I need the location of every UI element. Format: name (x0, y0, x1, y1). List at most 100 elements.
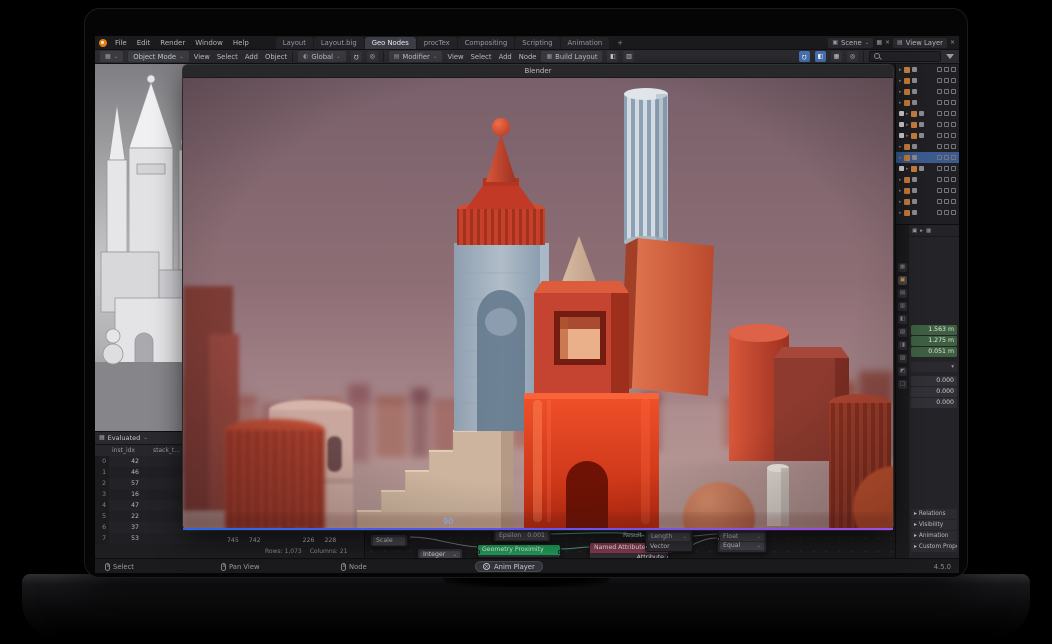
search-input[interactable] (884, 53, 936, 61)
node-scale[interactable]: Scale (370, 534, 408, 547)
hide-viewport-toggle-icon[interactable] (937, 199, 942, 204)
viewport-menu-item[interactable]: Add (245, 53, 258, 61)
outliner-row[interactable]: ▸ (896, 130, 959, 141)
disable-viewport-toggle-icon[interactable] (944, 78, 949, 83)
workspace-tab[interactable]: Layout.big (314, 37, 364, 49)
workspace-tab[interactable]: procTex (417, 37, 457, 49)
disclosure-icon[interactable]: ▸ (899, 89, 902, 95)
disable-render-toggle-icon[interactable] (951, 144, 956, 149)
properties-tab-icon[interactable]: ◧ (898, 315, 907, 324)
disclosure-icon[interactable]: ▸ (899, 100, 902, 106)
modifier-dropdown[interactable]: ▤ Modifier ⌄ (389, 51, 443, 62)
menu-item[interactable]: File (110, 39, 132, 47)
cancel-job-icon[interactable]: × (483, 563, 490, 570)
outliner-row[interactable]: ▸ (896, 75, 959, 86)
node-option-toggle-2[interactable]: ▥ (623, 51, 634, 62)
disable-viewport-toggle-icon[interactable] (944, 122, 949, 127)
disable-render-toggle-icon[interactable] (951, 111, 956, 116)
disable-viewport-toggle-icon[interactable] (944, 155, 949, 160)
disable-viewport-toggle-icon[interactable] (944, 67, 949, 72)
hide-viewport-toggle-icon[interactable] (937, 155, 942, 160)
outliner-row[interactable]: ▸ (896, 196, 959, 207)
outliner-row[interactable]: ▸ (896, 185, 959, 196)
properties-tab-icon[interactable]: ▨ (898, 354, 907, 363)
node-compare[interactable]: Float ⌄ Equal ⌄ (717, 530, 767, 553)
properties-section[interactable]: ▸ Custom Properties (911, 542, 957, 552)
hide-viewport-toggle-icon[interactable] (937, 177, 942, 182)
hide-viewport-toggle-icon[interactable] (937, 67, 942, 72)
filter-funnel-icon[interactable] (946, 54, 954, 59)
menu-item[interactable]: Edit (132, 39, 156, 47)
node-menu-item[interactable]: Add (499, 53, 512, 61)
properties-tab-icon[interactable]: ▥ (898, 302, 907, 311)
disclosure-icon[interactable]: ▸ (899, 144, 902, 150)
disclosure-icon[interactable]: ▸ (899, 166, 909, 172)
outliner-row[interactable]: ▸ (896, 108, 959, 119)
mode-selector[interactable]: Object Mode ⌄ (128, 51, 188, 62)
disable-viewport-toggle-icon[interactable] (944, 111, 949, 116)
new-scene-icon[interactable]: ▦ (876, 38, 882, 48)
disclosure-icon[interactable]: ▸ (899, 177, 902, 183)
disable-render-toggle-icon[interactable] (951, 100, 956, 105)
outliner-row[interactable]: ▸ (896, 163, 959, 174)
hide-viewport-toggle-icon[interactable] (937, 122, 942, 127)
viewport-menu-item[interactable]: Select (217, 53, 238, 61)
dimension-field[interactable]: 1.563 m (911, 325, 957, 335)
disable-render-toggle-icon[interactable] (951, 155, 956, 160)
outliner-row[interactable]: ▸ (896, 152, 959, 163)
snap-magnet-toggle[interactable]: Ω (351, 51, 362, 62)
properties-section[interactable]: ▸ Animation (911, 531, 957, 541)
workspace-tab[interactable]: Scripting (515, 37, 559, 49)
hide-viewport-toggle-icon[interactable] (937, 188, 942, 193)
properties-tab-icon[interactable]: ◩ (898, 367, 907, 376)
hide-viewport-toggle-icon[interactable] (937, 78, 942, 83)
overlays-toggle-active[interactable]: ◧ (815, 51, 826, 62)
rotation-mode-dropdown[interactable]: ▾ (911, 362, 957, 372)
disable-viewport-toggle-icon[interactable] (944, 188, 949, 193)
properties-tab-icon[interactable]: ▤ (898, 289, 907, 298)
viewport-menu-item[interactable]: View (194, 53, 210, 61)
window-title[interactable]: Blender (183, 65, 893, 78)
workspace-tab[interactable]: Compositing (458, 37, 515, 49)
outliner-row[interactable]: ▸ (896, 141, 959, 152)
transform-orientation-selector[interactable]: ◐ Global ⌄ (298, 51, 346, 62)
disable-render-toggle-icon[interactable] (951, 166, 956, 171)
menu-item[interactable]: Render (155, 39, 190, 47)
value-field[interactable]: 0.000 (911, 376, 957, 386)
scene-selector[interactable]: ▣ Scene ⌄ (828, 38, 873, 48)
value-field[interactable]: 0.000 (911, 387, 957, 397)
disable-viewport-toggle-icon[interactable] (944, 133, 949, 138)
proportional-editing-toggle[interactable]: ◎ (367, 51, 378, 62)
hide-viewport-toggle-icon[interactable] (937, 133, 942, 138)
menu-item[interactable]: Window (190, 39, 228, 47)
build-layout-button[interactable]: ▦ Build Layout (541, 51, 602, 62)
workspace-tab[interactable]: Animation (561, 37, 610, 49)
node-geometry-proximity[interactable]: Geometry Proximity (477, 544, 561, 558)
anim-player-job[interactable]: × Anim Player (475, 561, 543, 572)
disable-render-toggle-icon[interactable] (951, 122, 956, 127)
properties-panel[interactable]: ▦▣▤▥◧▧◨▨◩□ ▣ ▸ ▦ 1.563 m1.275 m0.051 m ▾ (895, 224, 959, 558)
disclosure-icon[interactable]: ▸ (899, 188, 902, 194)
disable-render-toggle-icon[interactable] (951, 199, 956, 204)
outliner-panel[interactable]: ▸ ▸ (895, 64, 959, 224)
disclosure-icon[interactable]: ▸ (899, 199, 902, 205)
workspace-tab[interactable]: Layout (276, 37, 313, 49)
disable-viewport-toggle-icon[interactable] (944, 210, 949, 215)
node-menu-item[interactable]: View (447, 53, 463, 61)
outliner-search[interactable] (869, 51, 941, 62)
properties-section[interactable]: ▸ Relations (911, 509, 957, 519)
render-preview-window[interactable]: Blender (183, 65, 893, 530)
disclosure-icon[interactable]: ▸ (899, 155, 902, 161)
disable-viewport-toggle-icon[interactable] (944, 177, 949, 182)
disable-viewport-toggle-icon[interactable] (944, 100, 949, 105)
hide-viewport-toggle-icon[interactable] (937, 100, 942, 105)
hide-viewport-toggle-icon[interactable] (937, 144, 942, 149)
outliner-row[interactable]: ▸ (896, 207, 959, 218)
snapping-toggle-active[interactable]: Ω (799, 51, 810, 62)
node-menu-item[interactable]: Select (471, 53, 492, 61)
disclosure-icon[interactable]: ▸ (899, 133, 909, 139)
outliner-row[interactable]: ▸ (896, 174, 959, 185)
disable-render-toggle-icon[interactable] (951, 133, 956, 138)
disable-viewport-toggle-icon[interactable] (944, 199, 949, 204)
disable-render-toggle-icon[interactable] (951, 177, 956, 182)
